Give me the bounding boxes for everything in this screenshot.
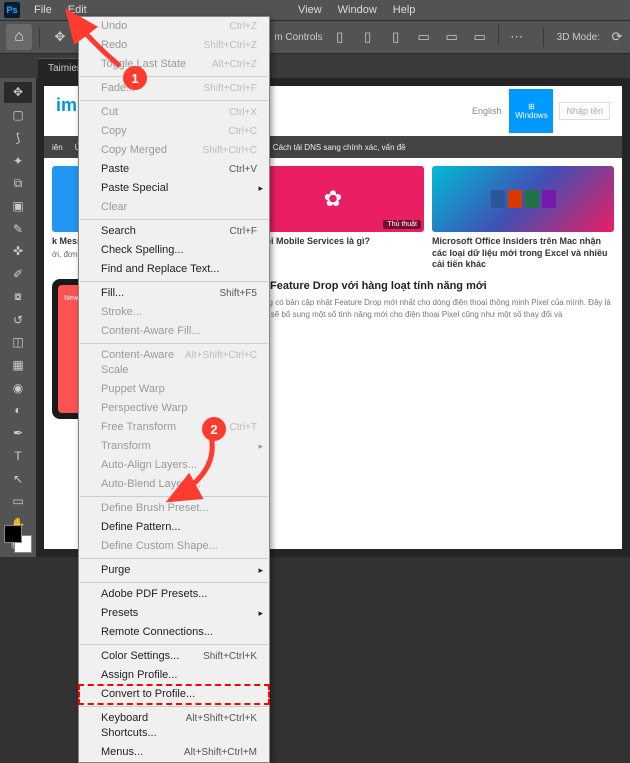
menu-item-menus[interactable]: Menus...Alt+Shift+Ctrl+M	[79, 743, 269, 762]
menu-item-assign-profile[interactable]: Assign Profile...	[79, 666, 269, 685]
align-top-icon[interactable]: ▭	[411, 24, 437, 50]
powerpoint-icon	[508, 190, 522, 208]
menu-item-paste-special[interactable]: Paste Special	[79, 179, 269, 198]
tool-heal[interactable]: ✜	[4, 241, 32, 262]
tool-dodge[interactable]: ◐	[4, 400, 32, 421]
menu-item-color-settings[interactable]: Color Settings...Shift+Ctrl+K	[79, 647, 269, 666]
menu-item-paste[interactable]: PasteCtrl+V	[79, 160, 269, 179]
menu-item-define-pattern[interactable]: Define Pattern...	[79, 518, 269, 537]
menu-item-adobe-pdf-presets[interactable]: Adobe PDF Presets...	[79, 585, 269, 604]
search-box: Nhập tên	[559, 102, 610, 120]
menu-item-undo: UndoCtrl+Z	[79, 17, 269, 36]
menu-item-content-aware-fill: Content-Aware Fill...	[79, 322, 269, 341]
tool-blur[interactable]: ◉	[4, 377, 32, 398]
tool-move[interactable]: ✥	[4, 82, 32, 103]
menu-file[interactable]: File	[26, 2, 60, 18]
photoshop-icon: Ps	[4, 2, 20, 18]
menu-item-fade: Fade...Shift+Ctrl+F	[79, 79, 269, 98]
menu-item-content-aware-scale: Content-Aware ScaleAlt+Shift+Ctrl+C	[79, 346, 269, 380]
card-office: Microsoft Office Insiders trên Mac nhận …	[432, 166, 614, 271]
3d-mode-label: 3D Mode:	[557, 32, 600, 43]
menu-view[interactable]: View	[290, 2, 330, 18]
align-buttons: ▯ ▯ ▯ ▭ ▭ ▭ ⋯	[327, 24, 530, 50]
menu-item-find-and-replace-text[interactable]: Find and Replace Text...	[79, 260, 269, 279]
tool-gradient[interactable]: ▦	[4, 355, 32, 376]
tool-eraser[interactable]: ◫	[4, 332, 32, 353]
tools-panel: ✥ ▢ ⟆ ✦ ⧉ ▣ ✎ ✜ ✐ ⧇ ↺ ◫ ▦ ◉ ◐ ✒ T ↖ ▭ ✋ …	[0, 78, 36, 557]
windows-icon: ⊞	[528, 102, 535, 111]
menu-item-cut: CutCtrl+X	[79, 103, 269, 122]
menu-item-auto-blend-layers: Auto-Blend Layers...	[79, 475, 269, 494]
move-tool-indicator[interactable]: ✥	[47, 24, 73, 50]
tool-frame[interactable]: ▣	[4, 196, 32, 217]
menu-item-purge[interactable]: Purge	[79, 561, 269, 580]
tool-crop[interactable]: ⧉	[4, 173, 32, 194]
huawei-icon: ✿	[324, 186, 342, 212]
edit-menu-dropdown: UndoCtrl+ZRedoShift+Ctrl+ZToggle Last St…	[78, 16, 270, 763]
tool-marquee[interactable]: ▢	[4, 105, 32, 126]
menu-item-toggle-last-state: Toggle Last StateAlt+Ctrl+Z	[79, 55, 269, 74]
tool-stamp[interactable]: ⧇	[4, 286, 32, 307]
menu-item-transform: Transform	[79, 437, 269, 456]
menu-item-define-custom-shape: Define Custom Shape...	[79, 537, 269, 556]
menu-item-copy-merged: Copy MergedShift+Ctrl+C	[79, 141, 269, 160]
home-button[interactable]: ⌂	[6, 24, 32, 50]
tool-shape[interactable]: ▭	[4, 491, 32, 512]
menu-item-clear: Clear	[79, 198, 269, 217]
menu-item-presets[interactable]: Presets	[79, 604, 269, 623]
tool-brush[interactable]: ✐	[4, 264, 32, 285]
tool-type[interactable]: T	[4, 446, 32, 467]
windows-badge: ⊞ Windows	[509, 89, 553, 133]
menu-item-perspective-warp: Perspective Warp	[79, 399, 269, 418]
align-right-icon[interactable]: ▯	[383, 24, 409, 50]
language-selector: English	[472, 106, 502, 116]
word-icon	[491, 190, 505, 208]
menu-item-convert-to-profile[interactable]: Convert to Profile...	[79, 685, 269, 704]
menu-item-fill[interactable]: Fill...Shift+F5	[79, 284, 269, 303]
foreground-color-swatch[interactable]	[4, 525, 22, 543]
menu-item-free-transform: Free TransformCtrl+T	[79, 418, 269, 437]
excel-icon	[525, 190, 539, 208]
menu-item-search[interactable]: SearchCtrl+F	[79, 222, 269, 241]
menu-item-puppet-warp: Puppet Warp	[79, 380, 269, 399]
align-middle-icon[interactable]: ▭	[439, 24, 465, 50]
3d-orbit-icon[interactable]: ⟳	[604, 24, 630, 50]
tool-pen[interactable]: ✒	[4, 423, 32, 444]
menu-item-remote-connections[interactable]: Remote Connections...	[79, 623, 269, 642]
onenote-icon	[542, 190, 556, 208]
menu-item-stroke: Stroke...	[79, 303, 269, 322]
tool-history-brush[interactable]: ↺	[4, 309, 32, 330]
menu-help[interactable]: Help	[385, 2, 424, 18]
tool-eyedropper[interactable]: ✎	[4, 218, 32, 239]
menu-item-copy: CopyCtrl+C	[79, 122, 269, 141]
home-icon: ⌂	[14, 28, 24, 46]
align-left-icon[interactable]: ▯	[327, 24, 353, 50]
menu-item-define-brush-preset: Define Brush Preset...	[79, 499, 269, 518]
more-icon[interactable]: ⋯	[504, 24, 530, 50]
menu-item-keyboard-shortcuts[interactable]: Keyboard Shortcuts...Alt+Shift+Ctrl+K	[79, 709, 269, 743]
menu-item-redo: RedoShift+Ctrl+Z	[79, 36, 269, 55]
transform-controls-label: m Controls	[274, 32, 322, 43]
align-center-icon[interactable]: ▯	[355, 24, 381, 50]
align-bottom-icon[interactable]: ▭	[467, 24, 493, 50]
menu-item-auto-align-layers: Auto-Align Layers...	[79, 456, 269, 475]
tool-lasso[interactable]: ⟆	[4, 127, 32, 148]
menu-window[interactable]: Window	[330, 2, 385, 18]
tool-path[interactable]: ↖	[4, 468, 32, 489]
tool-wand[interactable]: ✦	[4, 150, 32, 171]
color-swatches[interactable]	[4, 525, 32, 553]
menu-item-check-spelling[interactable]: Check Spelling...	[79, 241, 269, 260]
